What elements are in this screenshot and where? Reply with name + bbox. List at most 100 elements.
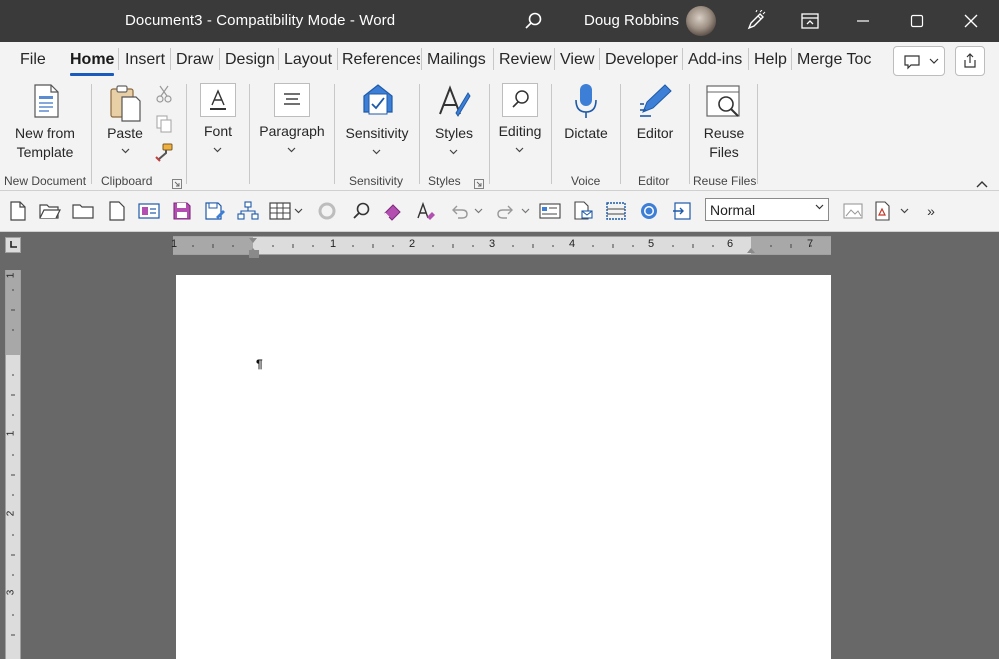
tab-merge-toc[interactable]: Merge Toc [797, 51, 873, 69]
share-button[interactable] [955, 46, 985, 76]
window-title: Document3 - Compatibility Mode - Word [125, 12, 396, 29]
group-divider [489, 84, 490, 184]
select-table-icon[interactable] [605, 200, 627, 222]
forms-icon[interactable] [138, 200, 160, 222]
chevron-down-icon [449, 147, 458, 158]
tab-view[interactable]: View [560, 51, 594, 69]
ruler-number: 6 [727, 238, 734, 250]
ruler-number: 1 [5, 272, 17, 279]
format-painter-icon[interactable] [154, 142, 174, 167]
pdf-document-icon[interactable] [872, 200, 894, 222]
new-from-template-button[interactable]: New from Template [2, 78, 88, 170]
copy-icon[interactable] [154, 114, 174, 139]
tab-references[interactable]: References [342, 51, 420, 69]
paragraph-mark: ¶ [256, 357, 263, 371]
folder-icon[interactable] [72, 200, 94, 222]
style-dropdown[interactable]: Normal [705, 198, 829, 221]
shapes-icon[interactable] [316, 200, 338, 222]
circle-target-icon[interactable] [638, 200, 660, 222]
chevron-down-icon [815, 202, 824, 213]
ruler-number: 5 [648, 238, 655, 250]
minimize-icon[interactable] [843, 6, 883, 36]
search-icon[interactable] [519, 8, 547, 34]
clear-formatting-icon[interactable] [415, 200, 437, 222]
more-commands-button[interactable]: » [920, 200, 942, 222]
tab-developer[interactable]: Developer [605, 51, 678, 69]
avatar[interactable] [686, 6, 716, 36]
tab-home[interactable]: Home [70, 51, 114, 69]
ruler-number: 3 [5, 589, 17, 596]
editor-pen-icon [637, 82, 673, 123]
tab-insert[interactable]: Insert [125, 51, 165, 69]
new-document-icon[interactable] [7, 200, 29, 222]
font-label: Font [203, 123, 232, 139]
save-icon[interactable] [171, 200, 193, 222]
group-label-reuse-files: Reuse Files [693, 174, 757, 188]
group-divider [249, 84, 250, 184]
left-indent-marker[interactable] [249, 250, 259, 258]
group-divider [757, 84, 758, 184]
reuse-files-button[interactable]: Reuse Files [696, 78, 752, 170]
paragraph-button[interactable]: Paragraph [256, 78, 328, 170]
undo-icon[interactable] [448, 200, 470, 222]
ribbon-display-icon[interactable] [790, 6, 830, 36]
picture-placeholder-icon[interactable] [842, 200, 864, 222]
open-folder-icon[interactable] [39, 200, 61, 222]
user-name[interactable]: Doug Robbins [584, 12, 679, 29]
blank-page-icon[interactable] [106, 200, 128, 222]
save-as-icon[interactable] [204, 200, 226, 222]
sensitivity-button[interactable]: Sensitivity [341, 78, 413, 170]
redo-icon[interactable] [495, 200, 517, 222]
ruler-number: 1 [330, 238, 337, 250]
tab-mailings[interactable]: Mailings [427, 51, 486, 69]
group-divider [91, 84, 92, 184]
new-from-template-label-line1: New from [15, 125, 75, 141]
comments-button[interactable] [893, 46, 945, 76]
tab-divider [682, 48, 683, 70]
document-page[interactable]: ¶ [176, 275, 831, 659]
font-button[interactable]: Font [196, 78, 240, 170]
mail-merge-fields-icon[interactable] [539, 200, 561, 222]
cut-icon[interactable] [154, 84, 174, 109]
insert-field-icon[interactable] [671, 200, 693, 222]
table-icon[interactable] [269, 200, 291, 222]
tab-divider [278, 48, 279, 70]
search-icon [502, 83, 538, 117]
tab-review[interactable]: Review [499, 51, 551, 69]
reuse-files-label-line1: Reuse [703, 125, 745, 141]
chevron-down-icon[interactable] [292, 200, 304, 222]
chevron-down-icon[interactable] [898, 200, 910, 222]
chevron-down-icon[interactable] [519, 200, 531, 222]
tab-add-ins[interactable]: Add-ins [688, 51, 742, 69]
tab-file[interactable]: File [20, 51, 46, 69]
reuse-files-icon [706, 84, 744, 123]
sensitivity-icon [361, 82, 395, 123]
tab-draw[interactable]: Draw [176, 51, 213, 69]
styles-button[interactable]: Styles [426, 78, 482, 170]
tab-design[interactable]: Design [225, 51, 275, 69]
editor-button[interactable]: Editor [627, 78, 683, 170]
org-chart-icon[interactable] [237, 200, 259, 222]
sensitivity-label: Sensitivity [345, 125, 409, 141]
envelope-document-icon[interactable] [572, 200, 594, 222]
close-icon[interactable] [951, 6, 991, 36]
eraser-icon[interactable] [382, 200, 404, 222]
tab-help[interactable]: Help [754, 51, 787, 69]
vertical-ruler[interactable]: 1 1 2 3 [5, 270, 21, 659]
tab-selector[interactable] [5, 237, 21, 253]
microphone-icon [573, 82, 599, 123]
tab-layout[interactable]: Layout [284, 51, 332, 69]
paste-button[interactable]: Paste [100, 78, 150, 170]
dictate-button[interactable]: Dictate [558, 78, 614, 170]
tab-divider [337, 48, 338, 70]
maximize-icon[interactable] [897, 6, 937, 36]
pen-icon[interactable] [736, 6, 776, 36]
group-divider [551, 84, 552, 184]
horizontal-ruler[interactable]: 1 1 2 3 4 5 6 7 [171, 236, 831, 255]
new-from-template-label-line2: Template [16, 144, 74, 160]
tab-divider [791, 48, 792, 70]
editing-button[interactable]: Editing [495, 78, 545, 170]
find-icon[interactable] [350, 200, 372, 222]
chevron-down-icon[interactable] [472, 200, 484, 222]
ruler-number: 1 [171, 238, 178, 250]
